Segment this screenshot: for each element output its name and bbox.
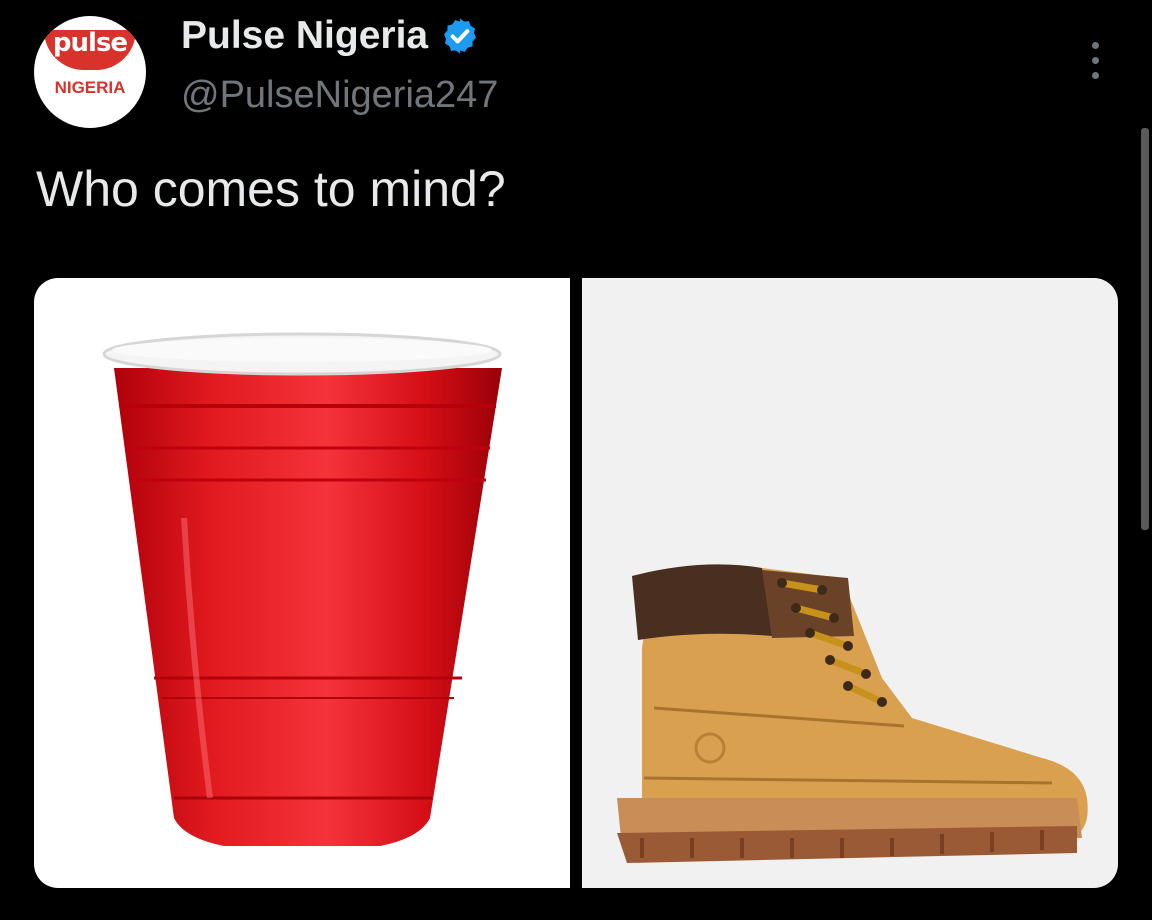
more-options-icon[interactable] <box>1082 38 1108 84</box>
logo-text-pulse: pulse <box>52 28 128 58</box>
timberland-boot-icon <box>617 564 1088 863</box>
red-party-cup-icon <box>102 332 502 846</box>
display-name-row[interactable]: Pulse Nigeria <box>181 14 480 58</box>
logo-text-nigeria: NIGERIA <box>54 78 126 97</box>
verified-badge-icon <box>444 18 477 54</box>
scrollbar[interactable] <box>1141 128 1149 530</box>
media-image-left[interactable] <box>34 278 570 888</box>
profile-avatar[interactable]: pulse NIGERIA <box>34 16 146 128</box>
account-handle[interactable]: @PulseNigeria247 <box>181 74 498 117</box>
display-name[interactable]: Pulse Nigeria <box>181 14 428 58</box>
tweet-text: Who comes to mind? <box>36 161 506 217</box>
tweet-media-grid[interactable] <box>34 278 1118 888</box>
media-image-right[interactable] <box>582 278 1118 888</box>
pulse-logo: pulse <box>34 16 146 72</box>
